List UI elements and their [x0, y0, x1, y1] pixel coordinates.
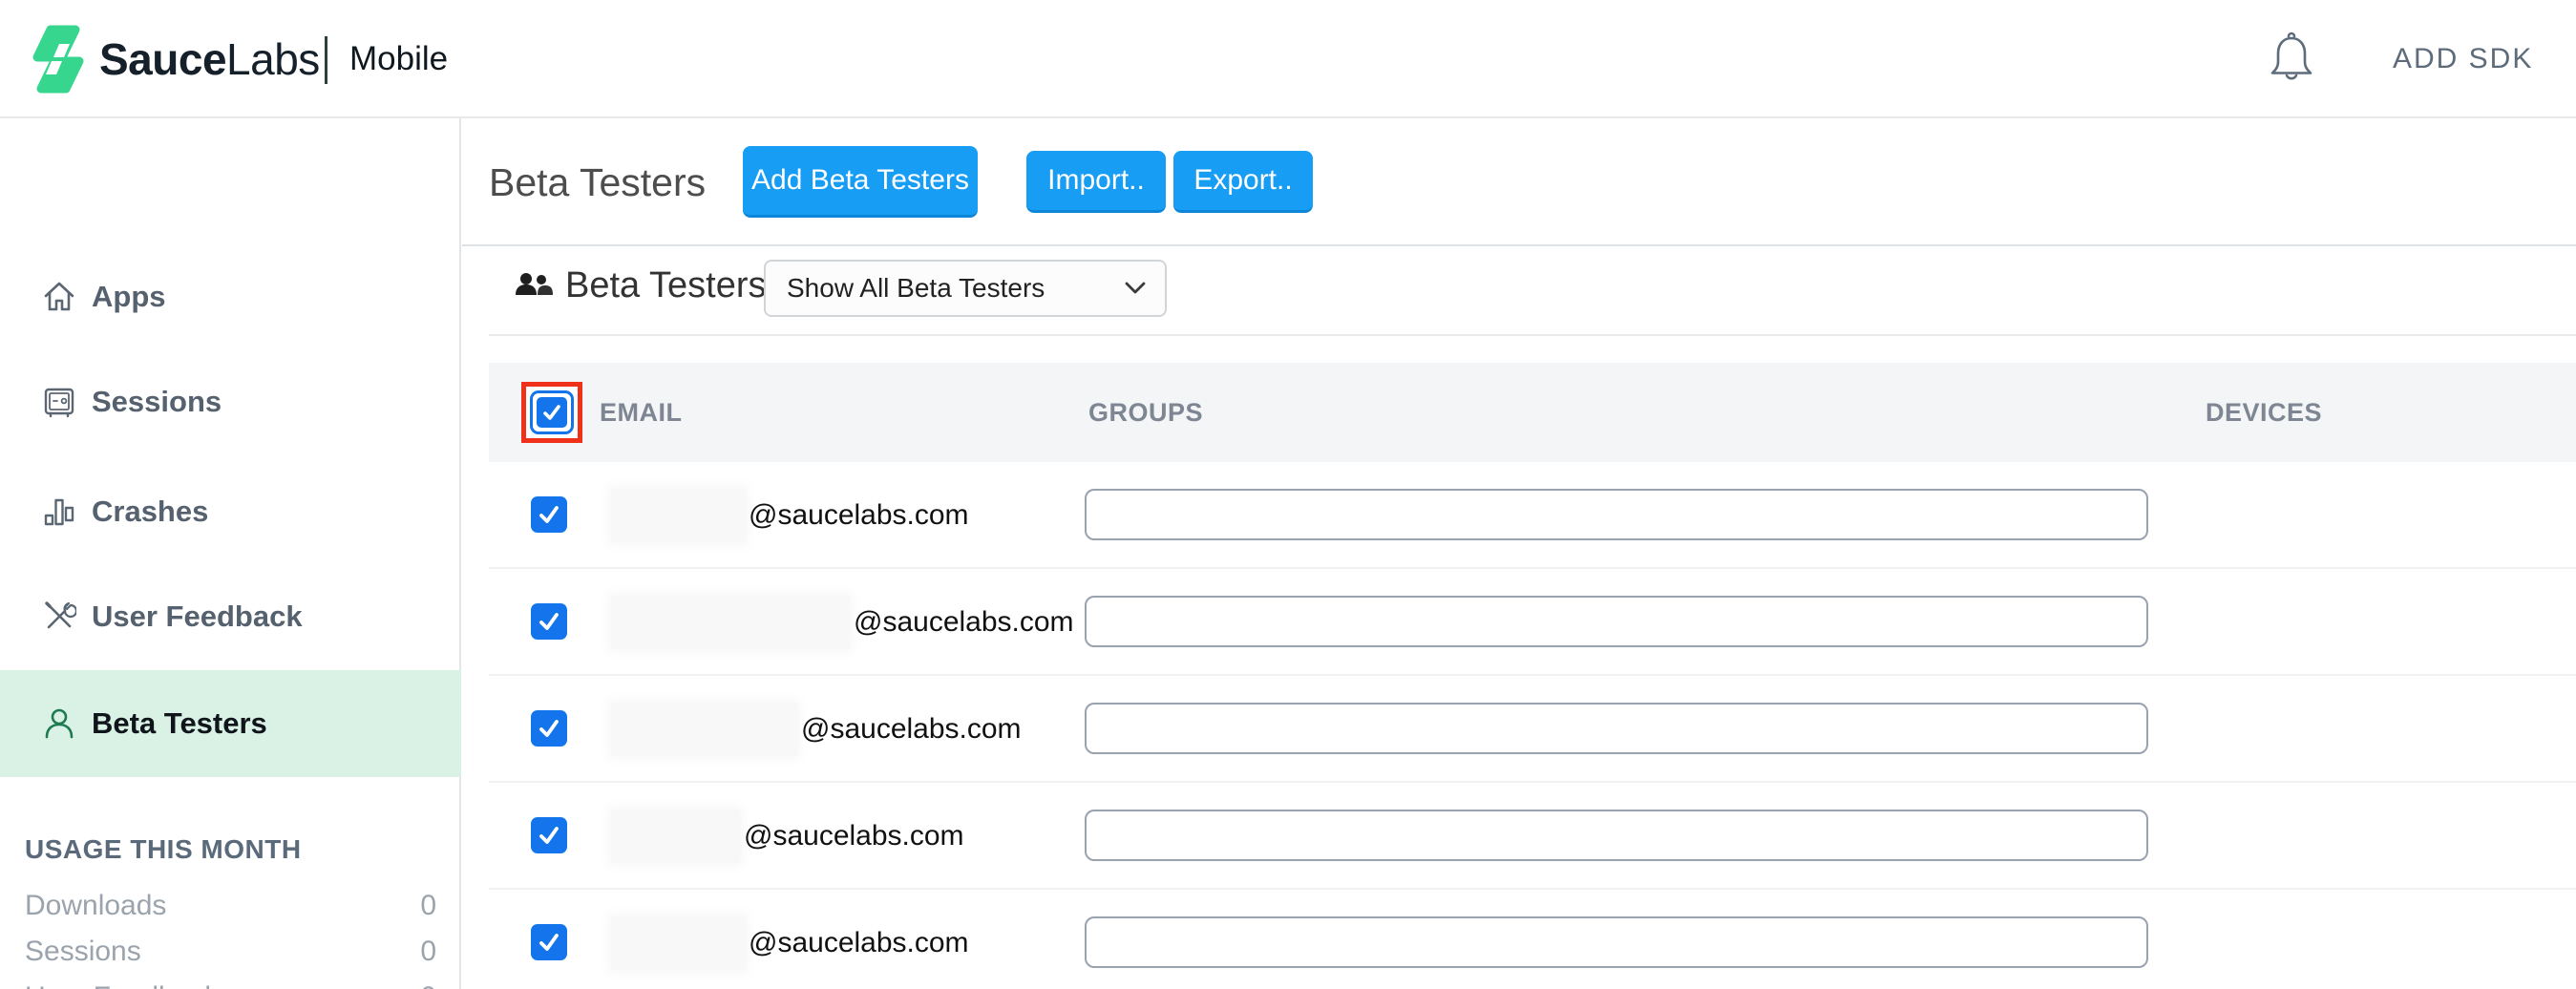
redacted-username — [611, 916, 745, 970]
import-button[interactable]: Import.. — [1026, 151, 1166, 213]
export-button[interactable]: Export.. — [1173, 151, 1313, 213]
person-icon — [42, 706, 76, 741]
sidebar-item-crashes[interactable]: Crashes — [0, 475, 461, 548]
annotation-highlight-box — [521, 382, 582, 443]
column-header-devices: DEVICES — [2206, 363, 2322, 462]
table-header: EMAIL GROUPS DEVICES — [489, 363, 2576, 462]
usage-row-sessions: Sessions 0 — [25, 933, 436, 971]
section-title: Beta Testers — [565, 265, 767, 306]
redacted-username — [611, 810, 740, 863]
sidebar-item-label: Crashes — [92, 494, 208, 529]
sidebar: Apps Sessions — [0, 118, 461, 989]
groups-input[interactable] — [1085, 810, 2148, 861]
brand-bold: Sauce — [99, 33, 226, 85]
brand-light: Labs — [226, 33, 320, 85]
sidebar-item-sessions[interactable]: Sessions — [0, 366, 461, 438]
page-title: Beta Testers — [489, 160, 706, 205]
row-checkbox[interactable] — [531, 603, 567, 640]
filter-selected-value: Show All Beta Testers — [787, 273, 1045, 304]
sidebar-item-label: User Feedback — [92, 600, 303, 634]
row-checkbox[interactable] — [531, 924, 567, 960]
email-domain: @saucelabs.com — [854, 606, 1074, 639]
email-cell: @saucelabs.com — [611, 783, 964, 890]
tools-icon — [42, 600, 76, 634]
column-header-email: EMAIL — [600, 363, 683, 462]
email-cell: @saucelabs.com — [611, 890, 969, 989]
row-checkbox[interactable] — [531, 817, 567, 853]
row-checkbox[interactable] — [531, 710, 567, 747]
section-divider — [489, 334, 2576, 336]
redacted-username — [611, 596, 850, 649]
top-navigation-bar: SauceLabs Mobile ADD SDK — [0, 0, 2576, 118]
toolbar-divider — [462, 244, 2576, 246]
chevron-down-icon — [1125, 281, 1146, 296]
email-cell: @saucelabs.com — [611, 676, 1022, 783]
usage-value: 0 — [420, 890, 436, 922]
usage-value: 0 — [420, 981, 436, 989]
brand-divider — [325, 36, 327, 84]
home-icon — [42, 280, 76, 314]
bar-chart-icon — [42, 494, 76, 529]
sidebar-item-apps[interactable]: Apps — [0, 261, 461, 333]
add-sdk-button[interactable]: ADD SDK — [2393, 0, 2533, 118]
usage-label: User Feedback — [25, 981, 219, 989]
notifications-bell-icon[interactable] — [2267, 31, 2316, 86]
email-domain: @saucelabs.com — [749, 927, 969, 959]
sidebar-item-user-feedback[interactable]: User Feedback — [0, 580, 461, 653]
add-beta-testers-button[interactable]: Add Beta Testers — [743, 146, 978, 218]
table-row: @saucelabs.com — [489, 462, 2576, 569]
table-row: @saucelabs.com — [489, 569, 2576, 676]
table-row: @saucelabs.com — [489, 783, 2576, 890]
people-icon — [514, 269, 554, 304]
beta-testers-filter-select[interactable]: Show All Beta Testers — [764, 260, 1167, 317]
usage-section-title: USAGE THIS MONTH — [25, 834, 302, 865]
select-all-checkbox[interactable] — [530, 390, 574, 434]
usage-value: 0 — [420, 936, 436, 968]
usage-row-user-feedback: User Feedback 0 — [25, 978, 436, 989]
sidebar-item-label: Apps — [92, 280, 166, 314]
product-name: Mobile — [349, 0, 448, 118]
table-row: @saucelabs.com — [489, 676, 2576, 783]
sidebar-item-label: Beta Testers — [92, 706, 267, 741]
usage-label: Downloads — [25, 890, 166, 922]
sidebar-item-label: Sessions — [92, 385, 222, 419]
usage-row-downloads: Downloads 0 — [25, 887, 436, 925]
saucelabs-mobile-app: SauceLabs Mobile ADD SDK Apps — [0, 0, 2576, 989]
brand-wordmark: SauceLabs — [99, 0, 320, 118]
column-header-groups: GROUPS — [1088, 363, 1203, 462]
sidebar-item-beta-testers[interactable]: Beta Testers — [0, 670, 461, 777]
groups-input[interactable] — [1085, 596, 2148, 647]
checkmark-icon — [537, 397, 567, 428]
redacted-username — [611, 703, 797, 756]
groups-input[interactable] — [1085, 916, 2148, 968]
saucelabs-logo-icon — [31, 23, 86, 95]
email-domain: @saucelabs.com — [749, 499, 969, 532]
sessions-icon — [42, 385, 76, 419]
redacted-username — [611, 489, 745, 542]
email-domain: @saucelabs.com — [801, 713, 1022, 746]
email-cell: @saucelabs.com — [611, 462, 969, 569]
table-row: @saucelabs.com — [489, 890, 2576, 989]
email-cell: @saucelabs.com — [611, 569, 1074, 676]
groups-input[interactable] — [1085, 489, 2148, 540]
groups-input[interactable] — [1085, 703, 2148, 754]
email-domain: @saucelabs.com — [744, 820, 964, 852]
usage-label: Sessions — [25, 936, 141, 968]
row-checkbox[interactable] — [531, 496, 567, 533]
